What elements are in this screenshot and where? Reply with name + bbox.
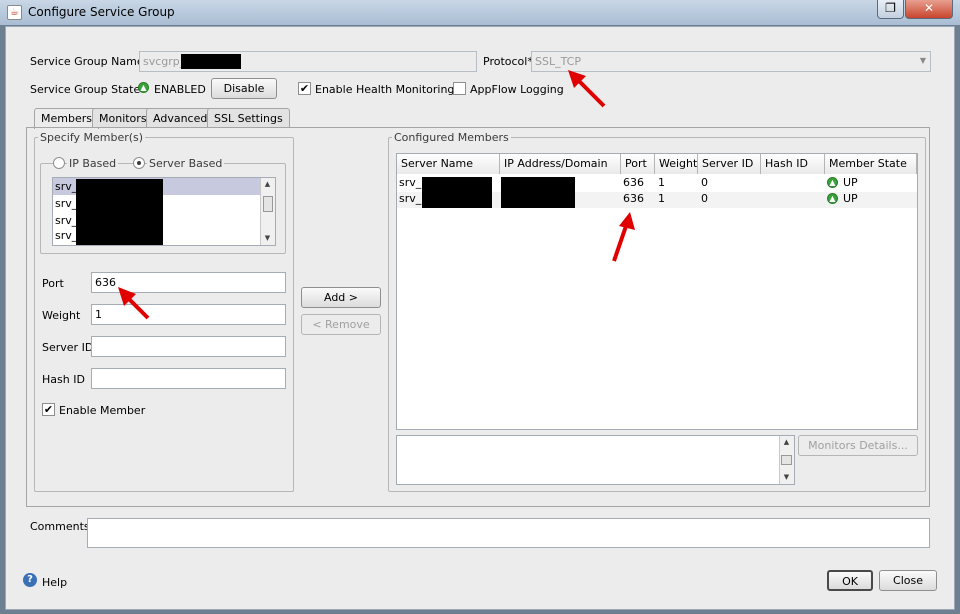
column-header[interactable]: Member State xyxy=(825,154,917,174)
disable-button-label: Disable xyxy=(223,82,265,95)
protocol-label: Protocol* xyxy=(483,55,533,68)
enable-member-checkbox[interactable]: ✔ xyxy=(42,403,55,416)
restore-button[interactable]: ❐ xyxy=(877,0,904,19)
remove-button-label: < Remove xyxy=(312,318,370,331)
annotation-arrow-configured-port xyxy=(612,212,635,262)
column-header[interactable]: Port xyxy=(621,154,655,174)
comments-label: Comments xyxy=(30,520,90,533)
remove-button[interactable]: < Remove xyxy=(301,314,381,335)
ip-based-label: IP Based xyxy=(67,157,119,170)
server-based-label: Server Based xyxy=(147,157,225,170)
ip-based-radio[interactable] xyxy=(53,157,65,169)
ok-button[interactable]: OK xyxy=(827,570,873,591)
cell-weight: 1 xyxy=(658,176,665,189)
cell-server: srv_ xyxy=(399,192,422,205)
java-app-icon: ☕ xyxy=(7,5,22,20)
tab-members[interactable]: Members xyxy=(34,108,99,129)
state-up-icon: ▲ xyxy=(827,177,838,188)
redacted-block xyxy=(181,54,241,69)
hash-id-label: Hash ID xyxy=(42,373,85,386)
redacted-block xyxy=(422,177,492,208)
health-monitoring-checkbox[interactable]: ✔ xyxy=(298,82,311,95)
server-based-radio[interactable] xyxy=(133,157,145,169)
monitors-details-button[interactable]: Monitors Details... xyxy=(798,435,918,456)
appflow-checkbox[interactable] xyxy=(453,82,466,95)
server-name: srv_ xyxy=(55,180,78,193)
column-header[interactable]: IP Address/Domain xyxy=(500,154,621,174)
close-button-label: Close xyxy=(893,574,923,587)
column-header[interactable]: Server Name xyxy=(397,154,500,174)
appflow-label: AppFlow Logging xyxy=(470,83,564,96)
close-window-button[interactable]: ✕ xyxy=(905,0,953,19)
column-header[interactable]: Server ID xyxy=(698,154,761,174)
server-name: srv_ xyxy=(55,229,78,242)
service-group-state-label: Service Group State xyxy=(30,83,141,96)
column-header[interactable]: Hash ID xyxy=(761,154,825,174)
service-group-name-label: Service Group Name* xyxy=(30,55,150,68)
weight-value: 1 xyxy=(95,308,102,321)
restore-icon: ❐ xyxy=(885,1,896,15)
cell-weight: 1 xyxy=(658,192,665,205)
comments-input[interactable] xyxy=(87,518,930,548)
help-icon[interactable]: ? xyxy=(23,573,37,587)
add-button[interactable]: Add > xyxy=(301,287,381,308)
annotation-arrow-protocol xyxy=(568,70,606,108)
redacted-block xyxy=(501,177,575,208)
cell-state: UP xyxy=(843,176,858,189)
server-name: srv_ xyxy=(55,214,78,227)
monitors-details-label: Monitors Details... xyxy=(808,439,908,452)
scroll-up-icon[interactable]: ▲ xyxy=(780,436,793,449)
scroll-thumb[interactable] xyxy=(781,455,792,465)
title-bar: ☕ Configure Service Group ❐ ✕ xyxy=(0,0,960,26)
service-group-name-value: svcgrp_ xyxy=(143,55,186,68)
cell-server: srv_ xyxy=(399,176,422,189)
help-link[interactable]: Help xyxy=(42,576,67,589)
window-title: Configure Service Group xyxy=(28,5,175,19)
close-icon: ✕ xyxy=(923,1,935,15)
ok-button-label: OK xyxy=(842,575,858,588)
hash-id-input[interactable] xyxy=(91,368,286,389)
add-button-label: Add > xyxy=(323,291,358,304)
tab-ssl-settings[interactable]: SSL Settings xyxy=(207,108,290,128)
tab-members-label: Members xyxy=(41,112,92,125)
configured-members-legend: Configured Members xyxy=(392,131,511,144)
scroll-thumb[interactable] xyxy=(263,196,273,212)
chevron-down-icon: ▼ xyxy=(919,56,926,65)
member-details-area[interactable]: ▲ ▼ xyxy=(396,435,795,485)
enable-member-label: Enable Member xyxy=(59,404,146,417)
state-up-icon: ▲ xyxy=(138,82,149,93)
specify-members-legend: Specify Member(s) xyxy=(38,131,146,144)
tab-advanced[interactable]: Advanced xyxy=(146,108,215,128)
scroll-down-icon[interactable]: ▼ xyxy=(261,232,274,245)
disable-button[interactable]: Disable xyxy=(211,78,277,99)
server-name: srv_ xyxy=(55,197,78,210)
close-button[interactable]: Close xyxy=(879,570,937,591)
column-header[interactable]: Weight xyxy=(655,154,698,174)
cell-state: UP xyxy=(843,192,858,205)
redacted-block xyxy=(76,179,163,245)
cell-port: 636 xyxy=(623,192,644,205)
health-monitoring-label: Enable Health Monitoring xyxy=(315,83,455,96)
cell-server-id: 0 xyxy=(701,176,708,189)
details-scrollbar[interactable]: ▲ ▼ xyxy=(779,436,794,484)
weight-label: Weight xyxy=(42,309,81,322)
scroll-down-icon[interactable]: ▼ xyxy=(780,471,793,484)
port-label: Port xyxy=(42,277,64,290)
state-up-icon: ▲ xyxy=(827,193,838,204)
annotation-arrow-port xyxy=(118,287,150,320)
cell-port: 636 xyxy=(623,176,644,189)
server-id-input[interactable] xyxy=(91,336,286,357)
tab-monitors-label: Monitors xyxy=(99,112,147,125)
tab-ssl-label: SSL Settings xyxy=(214,112,283,125)
server-list-scrollbar[interactable]: ▲ ▼ xyxy=(260,178,275,245)
tab-monitors[interactable]: Monitors xyxy=(92,108,154,128)
scroll-up-icon[interactable]: ▲ xyxy=(261,178,274,191)
configured-members-table[interactable]: Server Name IP Address/Domain Port Weigh… xyxy=(396,153,918,430)
state-value: ENABLED xyxy=(154,83,206,96)
cell-server-id: 0 xyxy=(701,192,708,205)
server-id-label: Server ID xyxy=(42,341,94,354)
tab-advanced-label: Advanced xyxy=(153,112,208,125)
